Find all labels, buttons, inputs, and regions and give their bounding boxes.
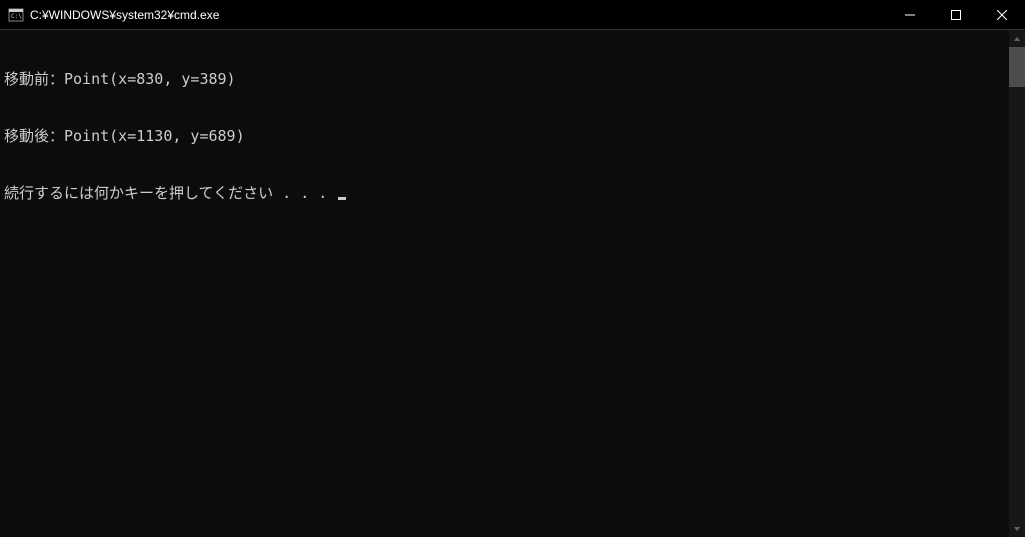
scroll-up-button[interactable]: [1009, 30, 1025, 47]
scroll-down-button[interactable]: [1009, 520, 1025, 537]
prompt-text: 続行するには何かキーを押してください . . .: [4, 184, 336, 202]
window-title: C:¥WINDOWS¥system32¥cmd.exe: [30, 8, 887, 22]
vertical-scrollbar[interactable]: [1009, 30, 1025, 537]
close-button[interactable]: [979, 0, 1025, 30]
cursor: [338, 197, 346, 200]
console-area[interactable]: 移動前：Point(x=830, y=389) 移動後：Point(x=1130…: [0, 30, 1025, 537]
cmd-icon: C:\: [8, 7, 24, 23]
svg-text:C:\: C:\: [11, 13, 22, 20]
output-line: 移動前：Point(x=830, y=389): [4, 70, 1021, 89]
output-line: 移動後：Point(x=1130, y=689): [4, 127, 1021, 146]
output-line: 続行するには何かキーを押してください . . .: [4, 184, 1021, 203]
window-controls: [887, 0, 1025, 29]
console-output: 移動前：Point(x=830, y=389) 移動後：Point(x=1130…: [0, 30, 1025, 243]
minimize-button[interactable]: [887, 0, 933, 30]
scroll-thumb[interactable]: [1009, 47, 1025, 87]
window-titlebar: C:\ C:¥WINDOWS¥system32¥cmd.exe: [0, 0, 1025, 30]
maximize-button[interactable]: [933, 0, 979, 30]
